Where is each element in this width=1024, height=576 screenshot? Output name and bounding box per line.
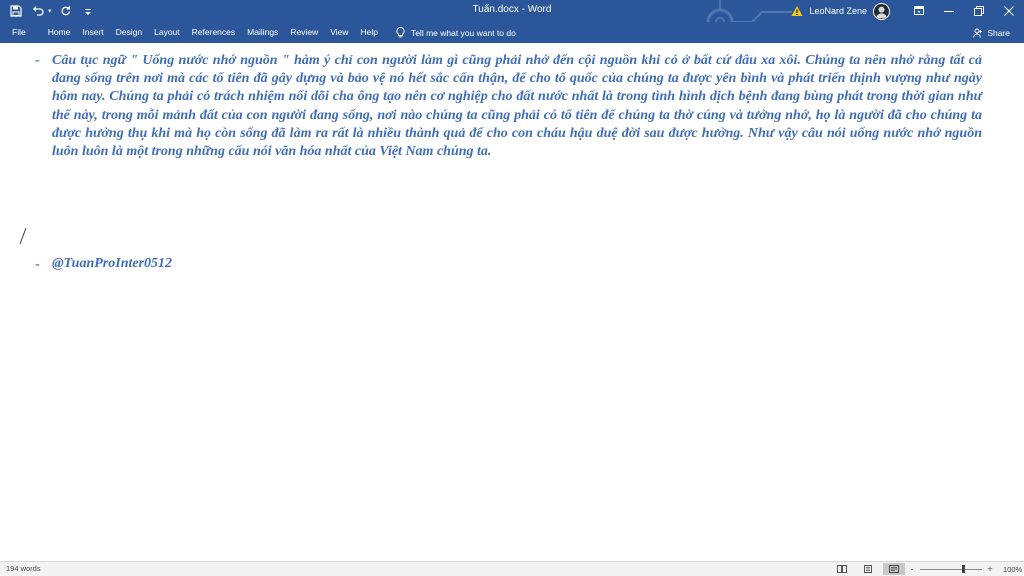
tab-file[interactable]: File bbox=[6, 22, 32, 43]
ribbon-display-options-icon[interactable] bbox=[904, 0, 934, 22]
restore-icon[interactable] bbox=[964, 0, 994, 22]
tab-layout[interactable]: Layout bbox=[148, 22, 186, 43]
share-button[interactable]: Share bbox=[973, 22, 1010, 43]
document-canvas[interactable]: - Câu tục ngữ " Uống nước nhớ nguồn " hà… bbox=[0, 43, 1024, 561]
list-bullet: - bbox=[35, 53, 40, 68]
tab-references[interactable]: References bbox=[186, 22, 241, 43]
zoom-in-button[interactable]: + bbox=[985, 563, 995, 575]
body-paragraph[interactable]: Câu tục ngữ " Uống nước nhớ nguồn " hàm … bbox=[52, 52, 982, 161]
zoom-slider-thumb[interactable] bbox=[962, 565, 965, 573]
read-mode-icon[interactable] bbox=[831, 563, 853, 575]
status-bar: 194 words - + 100% bbox=[0, 561, 1024, 576]
ribbon-tabs: File Home Insert Design Layout Reference… bbox=[6, 22, 516, 43]
tab-mailings[interactable]: Mailings bbox=[241, 22, 284, 43]
lightbulb-icon bbox=[396, 27, 405, 38]
circuit-pattern-icon bbox=[706, 0, 792, 22]
zoom-level[interactable]: 100% bbox=[1003, 565, 1022, 574]
zoom-slider[interactable] bbox=[920, 563, 982, 575]
list-bullet: - bbox=[35, 257, 40, 272]
view-buttons bbox=[831, 563, 905, 575]
title-bar-right: LeoNard Zene bbox=[791, 0, 1024, 22]
tab-view[interactable]: View bbox=[324, 22, 354, 43]
author-handle[interactable]: @TuanProInter0512 bbox=[52, 256, 172, 272]
tell-me-label: Tell me what you want to do bbox=[410, 27, 516, 38]
word-count[interactable]: 194 words bbox=[6, 564, 41, 573]
close-icon[interactable] bbox=[994, 0, 1024, 22]
mouse-cursor-icon bbox=[19, 227, 27, 245]
tab-help[interactable]: Help bbox=[354, 22, 383, 43]
share-label: Share bbox=[987, 27, 1010, 38]
share-person-icon bbox=[973, 28, 983, 38]
warning-icon[interactable] bbox=[791, 5, 803, 17]
tab-design[interactable]: Design bbox=[110, 22, 148, 43]
minimize-icon[interactable] bbox=[934, 0, 964, 22]
title-bar: ▾ Tuấn.docx - Word LeoNard Zene bbox=[0, 0, 1024, 22]
tab-home[interactable]: Home bbox=[42, 22, 77, 43]
zoom-control: - + 100% bbox=[907, 563, 1023, 575]
ribbon-tab-bar: File Home Insert Design Layout Reference… bbox=[0, 22, 1024, 43]
user-name[interactable]: LeoNard Zene bbox=[809, 6, 867, 16]
zoom-slider-track bbox=[920, 569, 982, 570]
print-layout-icon[interactable] bbox=[857, 563, 879, 575]
tell-me-search[interactable]: Tell me what you want to do bbox=[396, 27, 516, 38]
avatar[interactable] bbox=[873, 2, 890, 20]
zoom-out-button[interactable]: - bbox=[907, 563, 917, 575]
web-layout-icon[interactable] bbox=[883, 563, 905, 575]
tab-review[interactable]: Review bbox=[284, 22, 324, 43]
tab-insert[interactable]: Insert bbox=[76, 22, 109, 43]
